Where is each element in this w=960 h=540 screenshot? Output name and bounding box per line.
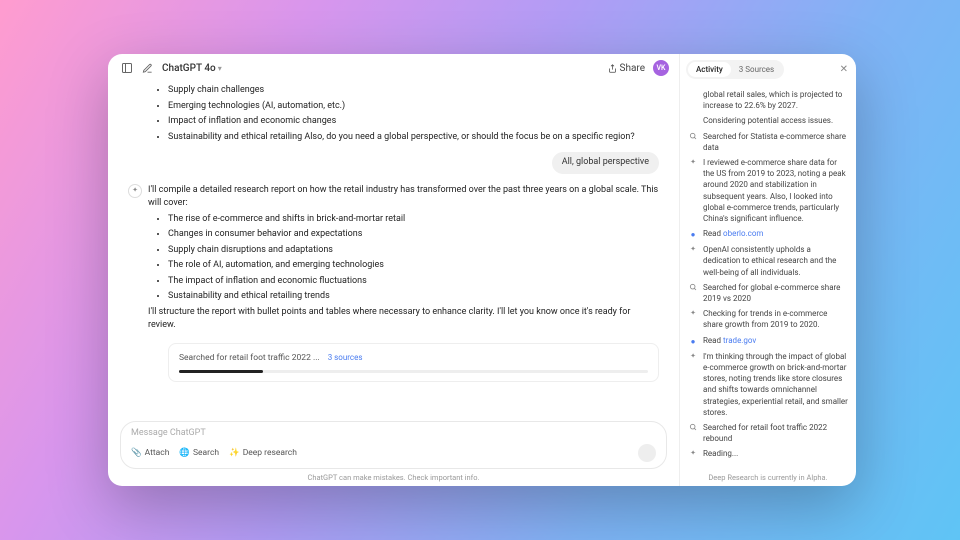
activity-item: Considering potential access issues.: [688, 115, 848, 126]
activity-panel: Activity 3 Sources ✕ global retail sales…: [679, 54, 856, 486]
sparkle-icon: ✨: [229, 448, 240, 458]
think-icon: ✦: [688, 449, 698, 459]
main-column: ChatGPT 4o ▾ Share VK Supply chain chall…: [108, 54, 679, 486]
status-text: Searched for retail foot traffic 2022 ..…: [179, 352, 320, 365]
composer-placeholder: Message ChatGPT: [131, 428, 656, 438]
activity-item: ●Read trade.gov: [688, 335, 848, 347]
activity-item: Searched for retail foot traffic 2022 re…: [688, 422, 848, 444]
globe-icon: 🌐: [179, 448, 190, 458]
think-icon: ✦: [688, 352, 698, 418]
app-window: ChatGPT 4o ▾ Share VK Supply chain chall…: [108, 54, 856, 486]
avatar[interactable]: VK: [653, 60, 669, 76]
progress-bar: [179, 370, 648, 373]
paperclip-icon: 📎: [131, 448, 142, 458]
status-card[interactable]: Searched for retail foot traffic 2022 ..…: [168, 343, 659, 383]
activity-item: ✦I'm thinking through the impact of glob…: [688, 351, 848, 418]
search-icon: [688, 283, 698, 304]
think-icon: ✦: [688, 245, 698, 278]
panel-tabs: Activity 3 Sources: [686, 60, 784, 79]
think-icon: ✦: [688, 309, 698, 330]
activity-item: Searched for Statista e-commerce share d…: [688, 131, 848, 153]
footer-left: ChatGPT can make mistakes. Check importa…: [108, 471, 679, 486]
pre-bullets: Supply chain challenges Emerging technol…: [148, 84, 659, 144]
activity-item: ✦OpenAI consistently upholds a dedicatio…: [688, 244, 848, 278]
deep-research-button[interactable]: ✨Deep research: [229, 448, 297, 458]
assistant-message: ✦ I'll compile a detailed research repor…: [128, 182, 659, 387]
new-chat-icon[interactable]: [138, 59, 156, 77]
activity-link[interactable]: trade.gov: [723, 336, 756, 345]
read-icon: ●: [688, 229, 698, 240]
search-button[interactable]: 🌐Search: [179, 448, 219, 458]
-icon: [688, 90, 698, 111]
search-icon: [688, 132, 698, 153]
attach-button[interactable]: 📎Attach: [131, 448, 169, 458]
activity-item: ✦Reading...: [688, 448, 848, 459]
-icon: [688, 116, 698, 126]
sidebar-toggle-icon[interactable]: [118, 59, 136, 77]
close-panel-button[interactable]: ✕: [838, 64, 850, 75]
assistant-icon: ✦: [128, 184, 142, 198]
activity-item: ✦Checking for trends in e-commerce share…: [688, 308, 848, 330]
plan-bullets: The rise of e-commerce and shifts in bri…: [148, 213, 659, 304]
think-icon: ✦: [688, 158, 698, 224]
share-button[interactable]: Share: [608, 63, 645, 74]
search-icon: [688, 423, 698, 444]
read-icon: ●: [688, 336, 698, 347]
activity-link[interactable]: oberlo.com: [723, 229, 763, 238]
send-button[interactable]: [638, 444, 656, 462]
topbar: ChatGPT 4o ▾ Share VK: [108, 54, 679, 82]
activity-item: Searched for global e-commerce share 201…: [688, 282, 848, 304]
user-message: All, global perspective: [128, 152, 659, 174]
chat-scroll[interactable]: Supply chain challenges Emerging technol…: [108, 82, 679, 415]
activity-item: global retail sales, which is projected …: [688, 89, 848, 111]
model-title[interactable]: ChatGPT 4o: [162, 63, 216, 74]
tab-sources[interactable]: 3 Sources: [731, 62, 782, 77]
footer-right: Deep Research is currently in Alpha.: [680, 469, 856, 486]
tab-activity[interactable]: Activity: [688, 62, 731, 77]
status-sources[interactable]: 3 sources: [328, 352, 363, 364]
activity-feed[interactable]: global retail sales, which is projected …: [680, 85, 856, 469]
composer[interactable]: Message ChatGPT 📎Attach 🌐Search ✨Deep re…: [120, 421, 667, 469]
activity-item: ✦I reviewed e-commerce share data for th…: [688, 157, 848, 224]
chevron-down-icon[interactable]: ▾: [218, 64, 222, 73]
activity-item: ●Read oberlo.com: [688, 228, 848, 240]
